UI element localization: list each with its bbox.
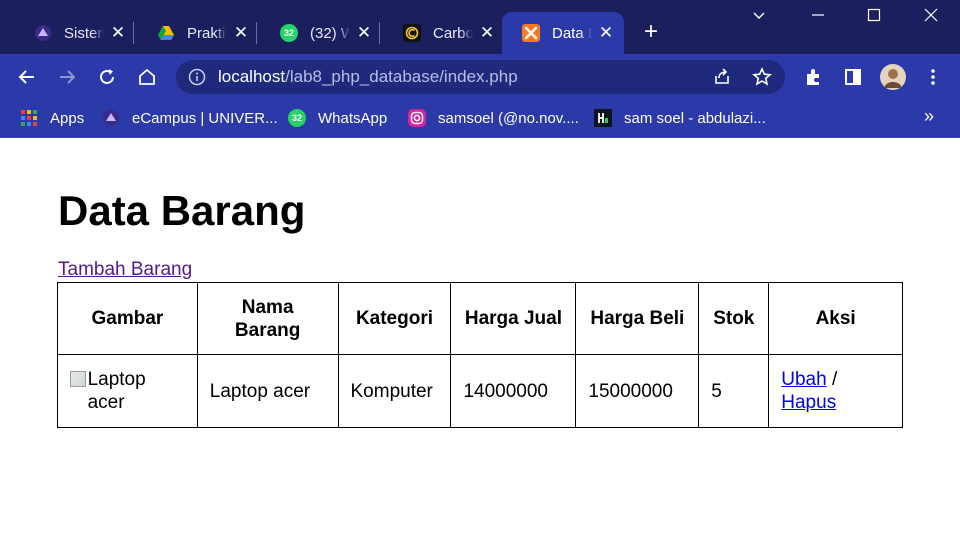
- apps-grid-icon: [21, 110, 37, 126]
- edit-link[interactable]: Ubah: [781, 369, 826, 390]
- tab-title: Sistem: [64, 24, 104, 42]
- close-icon[interactable]: ✕: [479, 23, 495, 42]
- tab-title: Data B: [552, 24, 592, 42]
- close-icon[interactable]: ✕: [110, 23, 126, 42]
- home-icon: [139, 68, 155, 85]
- back-button[interactable]: [13, 63, 41, 91]
- home-button[interactable]: [133, 63, 161, 91]
- image-alt-text: Laptop acer: [87, 369, 146, 413]
- bookmarks-bar: Apps eCampus | UNIVER... 32 WhatsApp sam…: [0, 100, 960, 138]
- arrow-right-icon: [60, 70, 76, 84]
- bookmark-ecampus[interactable]: eCampus | UNIVER...: [102, 107, 278, 129]
- profile-avatar[interactable]: [879, 63, 907, 91]
- tab-praktik[interactable]: Praktik ✕: [137, 12, 259, 54]
- avatar-icon: [880, 64, 906, 90]
- column-header: Harga Jual: [450, 282, 577, 355]
- info-icon[interactable]: [188, 68, 206, 86]
- tab-data-barang[interactable]: Data B ✕: [502, 12, 624, 54]
- add-item-link[interactable]: Tambah Barang: [58, 259, 192, 281]
- share-icon[interactable]: [712, 67, 732, 87]
- bookmark-label: eCampus | UNIVER...: [132, 109, 278, 127]
- side-panel-button[interactable]: [839, 63, 867, 91]
- tab-divider: [256, 22, 257, 44]
- action-separator: /: [831, 369, 838, 390]
- bookmark-label: WhatsApp: [318, 109, 388, 127]
- tab-search-icon[interactable]: [749, 8, 769, 28]
- window-close-icon[interactable]: [921, 8, 941, 28]
- close-icon[interactable]: ✕: [233, 23, 249, 42]
- tab-whatsapp[interactable]: 32 (32) W ✕: [260, 12, 382, 54]
- close-icon[interactable]: ✕: [356, 23, 372, 42]
- browser-toolbar: localhost/lab8_php_database/index.php: [0, 54, 960, 100]
- address-bar[interactable]: localhost/lab8_php_database/index.php: [176, 60, 785, 94]
- harga-jual-cell: 14000000: [450, 354, 577, 428]
- tab-divider: [133, 22, 134, 44]
- university-logo-icon: [103, 110, 119, 126]
- forward-button[interactable]: [53, 63, 81, 91]
- more-bookmarks-button[interactable]: »: [924, 106, 934, 127]
- bookmark-label: Apps: [50, 109, 85, 127]
- stok-cell: 5: [698, 354, 770, 428]
- google-drive-icon: [158, 26, 174, 40]
- broken-image-icon: Laptop acer: [70, 368, 185, 414]
- table-header-row: Gambar Nama Barang Kategori Harga Jual H…: [57, 282, 903, 355]
- url-host: localhost: [218, 67, 286, 86]
- nama-cell: Laptop acer: [196, 354, 339, 428]
- bookmark-whatsapp[interactable]: 32 WhatsApp: [288, 107, 387, 129]
- image-cell: Laptop acer: [57, 354, 198, 428]
- harga-beli-cell: 15000000: [575, 354, 700, 428]
- extensions-button[interactable]: [799, 63, 827, 91]
- puzzle-icon: [807, 69, 819, 85]
- column-header: Nama Barang: [196, 282, 339, 355]
- reload-button[interactable]: [93, 63, 121, 91]
- column-header: Harga Beli: [575, 282, 700, 355]
- tab-sistem[interactable]: Sistem ✕: [14, 12, 136, 54]
- column-header: Stok: [698, 282, 770, 355]
- tab-title: (32) W: [310, 24, 350, 42]
- bookmark-apps[interactable]: Apps: [20, 107, 84, 129]
- aksi-cell: Ubah / Hapus: [768, 354, 903, 428]
- arrow-left-icon: [18, 70, 34, 84]
- whatsapp-icon: 32: [280, 24, 298, 42]
- instagram-icon: [408, 109, 426, 127]
- tab-title: Praktik: [187, 24, 227, 42]
- page-content: Data Barang Tambah Barang Gambar Nama Ba…: [0, 139, 960, 553]
- tab-carbon[interactable]: Carbon ✕: [383, 12, 505, 54]
- page-title: Data Barang: [58, 187, 306, 234]
- bookmark-label: samsoel (@no.nov....: [438, 109, 579, 127]
- xampp-icon: [522, 24, 540, 42]
- column-header: Aksi: [768, 282, 903, 355]
- browser-menu-button[interactable]: [919, 63, 947, 91]
- tab-divider: [379, 22, 380, 44]
- column-header: Gambar: [57, 282, 198, 355]
- table-row: Laptop acer Laptop acer Komputer 1400000…: [57, 354, 903, 428]
- close-icon[interactable]: ✕: [598, 23, 614, 42]
- url-path: /lab8_php_database/index.php: [285, 67, 518, 86]
- new-tab-button[interactable]: +: [639, 20, 663, 44]
- tab-title: Carbon: [433, 24, 473, 42]
- bookmark-instagram[interactable]: samsoel (@no.nov....: [408, 107, 579, 129]
- kebab-menu-icon: [931, 69, 935, 85]
- carbon-icon: [403, 24, 421, 42]
- hackerrank-icon: [594, 109, 612, 127]
- delete-link[interactable]: Hapus: [781, 392, 836, 413]
- tab-strip: Sistem ✕ Praktik ✕ 32 (32) W ✕ Carbon ✕ …: [0, 0, 960, 54]
- column-header: Kategori: [337, 282, 452, 355]
- minimize-icon[interactable]: [808, 8, 828, 28]
- whatsapp-icon: 32: [288, 109, 306, 127]
- maximize-icon[interactable]: [864, 8, 884, 28]
- bookmark-label: sam soel - abdulazi...: [624, 109, 766, 127]
- reload-icon: [100, 69, 114, 84]
- university-logo-icon: [35, 25, 51, 41]
- kategori-cell: Komputer: [337, 354, 452, 428]
- side-panel-icon: [845, 69, 861, 85]
- data-table: Gambar Nama Barang Kategori Harga Jual H…: [57, 282, 903, 428]
- bookmark-star-icon[interactable]: [752, 67, 772, 87]
- bookmark-hackerrank[interactable]: sam soel - abdulazi...: [594, 107, 766, 129]
